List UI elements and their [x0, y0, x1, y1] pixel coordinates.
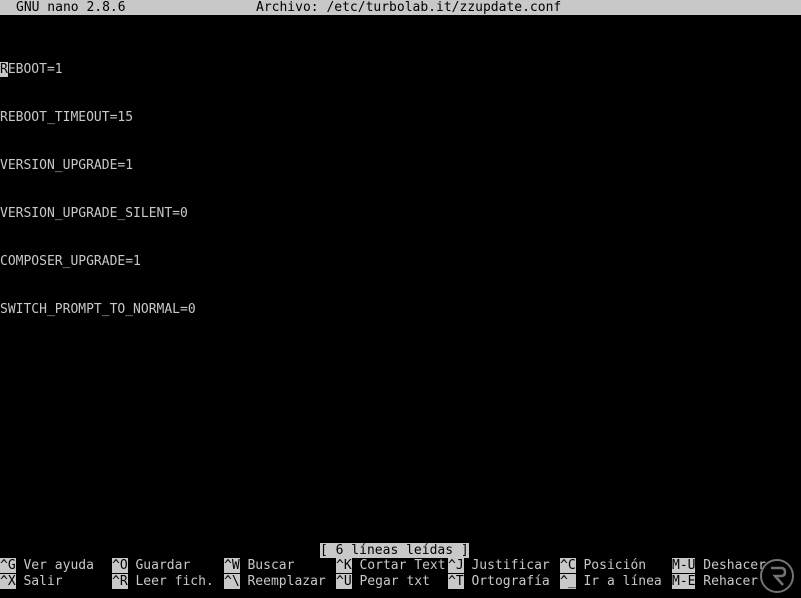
editor-line[interactable]: REBOOT_TIMEOUT=15 [0, 110, 801, 126]
shortcut-label: Deshacer [695, 558, 766, 573]
shortcut-label: Pegar txt [351, 574, 430, 589]
shortcut-paste[interactable]: ^U Pegar txt [336, 574, 430, 590]
shortcut-key: ^C [560, 558, 576, 573]
shortcut-justify[interactable]: ^J Justificar [448, 558, 550, 574]
shortcut-exit[interactable]: ^X Salir [0, 574, 63, 590]
watermark-logo-icon [760, 559, 794, 593]
shortcut-label: Ortografía [463, 574, 550, 589]
shortcut-label: Ir a línea [575, 574, 662, 589]
shortcut-key: ^R [112, 574, 128, 589]
shortcut-key: ^W [224, 558, 240, 573]
shortcut-help[interactable]: ^G Ver ayuda [0, 558, 94, 574]
shortcut-redo[interactable]: M-E Rehacer [672, 574, 758, 590]
shortcut-label: Reemplazar [239, 574, 326, 589]
shortcut-key: ^_ [560, 574, 576, 589]
shortcut-goto-line[interactable]: ^_ Ir a línea [560, 574, 662, 590]
editor-buffer[interactable]: REBOOT=1 REBOOT_TIMEOUT=15 VERSION_UPGRA… [0, 30, 801, 350]
shortcut-read-file[interactable]: ^R Leer fich. [112, 574, 214, 590]
shortcut-position[interactable]: ^C Posición [560, 558, 646, 574]
shortcut-key: ^U [336, 574, 352, 589]
shortcut-bar-row-1: ^G Ver ayuda ^O Guardar ^W Buscar ^K Cor… [0, 558, 801, 574]
file-path-title: Archivo: /etc/turbolab.it/zzupdate.conf [256, 0, 562, 15]
shortcut-cut[interactable]: ^K Cortar Text [336, 558, 446, 574]
shortcut-label: Cortar Text [351, 558, 446, 573]
terminal-window: GNU nano 2.8.6 Archivo: /etc/turbolab.it… [0, 0, 801, 598]
shortcut-label: Buscar [239, 558, 295, 573]
shortcut-label: Rehacer [695, 574, 759, 589]
shortcut-key: ^K [336, 558, 352, 573]
shortcut-label: Leer fich. [127, 574, 214, 589]
shortcut-bar-row-2: ^X Salir ^R Leer fich. ^\ Reemplazar ^U … [0, 574, 801, 590]
editor-line[interactable]: COMPOSER_UPGRADE=1 [0, 254, 801, 270]
shortcut-spell[interactable]: ^T Ortografía [448, 574, 550, 590]
shortcut-key: ^O [112, 558, 128, 573]
line-text-rest: EBOOT=1 [7, 62, 63, 77]
shortcut-label: Salir [15, 574, 63, 589]
shortcut-replace[interactable]: ^\ Reemplazar [224, 574, 326, 590]
shortcut-label: Posición [575, 558, 647, 573]
shortcut-key: ^T [448, 574, 464, 589]
shortcut-key: ^\ [224, 574, 240, 589]
status-message: [ 6 líneas leídas ] [320, 543, 469, 558]
editor-line[interactable]: SWITCH_PROMPT_TO_NORMAL=0 [0, 302, 801, 318]
nano-title-bar: GNU nano 2.8.6 Archivo: /etc/turbolab.it… [0, 0, 801, 15]
shortcut-save[interactable]: ^O Guardar [112, 558, 190, 574]
editor-line[interactable]: VERSION_UPGRADE=1 [0, 158, 801, 174]
shortcut-key: ^G [0, 558, 16, 573]
shortcut-key: M-U [672, 558, 696, 573]
text-cursor: R [0, 62, 8, 77]
shortcut-label: Justificar [463, 558, 550, 573]
shortcut-key: ^J [448, 558, 464, 573]
shortcut-search[interactable]: ^W Buscar [224, 558, 294, 574]
editor-line[interactable]: REBOOT=1 [0, 62, 801, 78]
editor-line[interactable]: VERSION_UPGRADE_SILENT=0 [0, 206, 801, 222]
app-version: GNU nano 2.8.6 [16, 0, 126, 15]
shortcut-key: ^X [0, 574, 16, 589]
shortcut-undo[interactable]: M-U Deshacer [672, 558, 766, 574]
shortcut-label: Ver ayuda [15, 558, 94, 573]
shortcut-label: Guardar [127, 558, 191, 573]
shortcut-key: M-E [672, 574, 696, 589]
